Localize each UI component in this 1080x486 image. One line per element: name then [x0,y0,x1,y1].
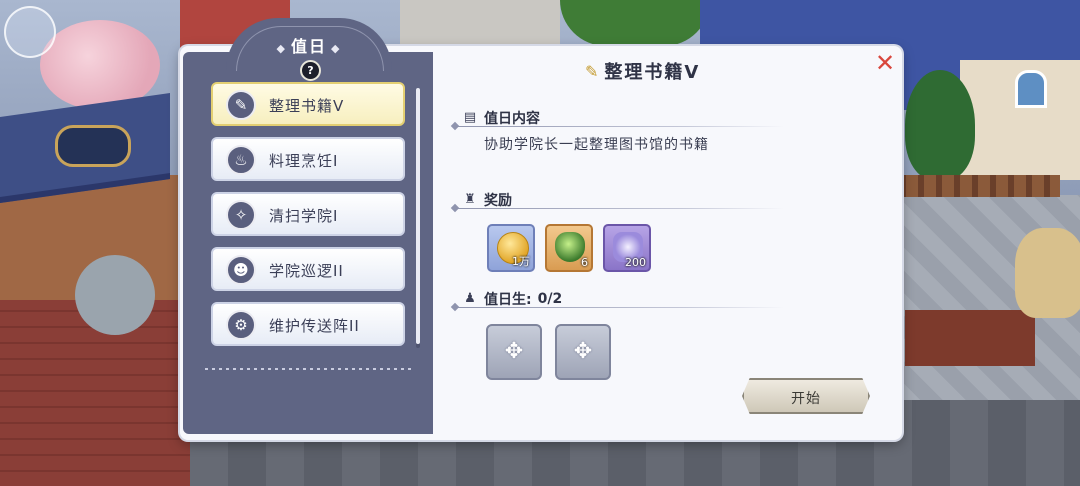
duty-item-label: 整理书籍V [269,97,345,115]
section-divider [454,126,784,127]
stone-building [400,0,560,44]
person-icon: ♟ [464,291,476,306]
reward-item-gold-coin[interactable]: 1万 [487,224,535,272]
gear-icon: ⚙ [226,310,256,340]
duty-item-label: 清扫学院I [269,207,339,225]
cooking-pot-icon: ♨ [226,145,256,175]
diamond-icon: ◆ [276,42,287,55]
npc-character-right[interactable] [1015,228,1080,318]
add-plus-icon: ✥ [504,339,524,364]
close-icon[interactable]: ✕ [874,51,896,75]
reward-item-green-gem[interactable]: 6 [545,224,593,272]
broom-book-icon: ✎ [585,61,599,81]
add-student-slot-2[interactable]: ✥ [555,324,611,380]
broom-icon: ✧ [226,200,256,230]
section-divider [454,307,784,308]
reward-quantity: 6 [581,256,588,269]
duty-item-patrol[interactable]: ☻ 学院巡逻II [211,247,405,291]
panel-title: ◆ 值日 ◆ [236,33,382,57]
detail-title-text: 整理书籍V [604,62,701,83]
reward-heading-text: 奖励 [484,193,512,209]
start-button-label: 开始 [791,391,821,407]
shop-sign [55,125,131,167]
reward-section-heading: ♜ 奖励 [462,190,512,210]
npc-character-left[interactable] [75,255,155,335]
students-section-heading: ♟ 值日生: 0/2 [462,289,562,309]
duty-item-organize-books[interactable]: ✎ 整理书籍V [211,82,405,126]
add-plus-icon: ✥ [573,339,593,364]
diamond-icon: ◆ [331,42,342,55]
content-heading-text: 值日内容 [484,111,540,127]
bubble-button[interactable] [4,6,56,58]
help-icon[interactable]: ? [300,60,321,81]
house-window [1015,70,1047,108]
students-count: 0/2 [537,291,563,307]
duty-item-label: 学院巡逻II [269,262,344,280]
duty-item-cooking[interactable]: ♨ 料理烹饪I [211,137,405,181]
wooden-fence [900,175,1060,197]
reward-item-exp-star[interactable]: 200 [603,224,651,272]
duty-item-clean-academy[interactable]: ✧ 清扫学院I [211,192,405,236]
panel-title-text: 值日 [290,37,327,56]
section-divider [454,208,784,209]
wooden-crate [905,310,1035,366]
scrollbar-thumb[interactable] [416,88,420,344]
add-student-slot-1[interactable]: ✥ [486,324,542,380]
patrol-people-icon: ☻ [226,255,256,285]
dotted-divider [205,368,413,370]
students-heading-text: 值日生: [484,292,532,308]
duty-item-label: 维护传送阵II [269,317,360,335]
reward-quantity: 1万 [512,255,530,268]
green-bush [560,0,710,46]
bag-icon: ♜ [464,192,476,207]
duty-item-label: 料理烹饪I [269,152,339,170]
reward-quantity: 200 [625,256,646,269]
duty-item-maintain-portal[interactable]: ⚙ 维护传送阵II [211,302,405,346]
duty-description: 协助学院长一起整理图书馆的书籍 [484,137,709,153]
detail-title: ✎ 整理书籍V [585,58,700,84]
content-section-heading: ▤ 值日内容 [462,108,540,128]
broom-book-icon: ✎ [226,90,256,120]
pine-tree [905,70,975,180]
clipboard-icon: ▤ [463,110,477,125]
start-button[interactable]: 开始 [742,378,870,414]
